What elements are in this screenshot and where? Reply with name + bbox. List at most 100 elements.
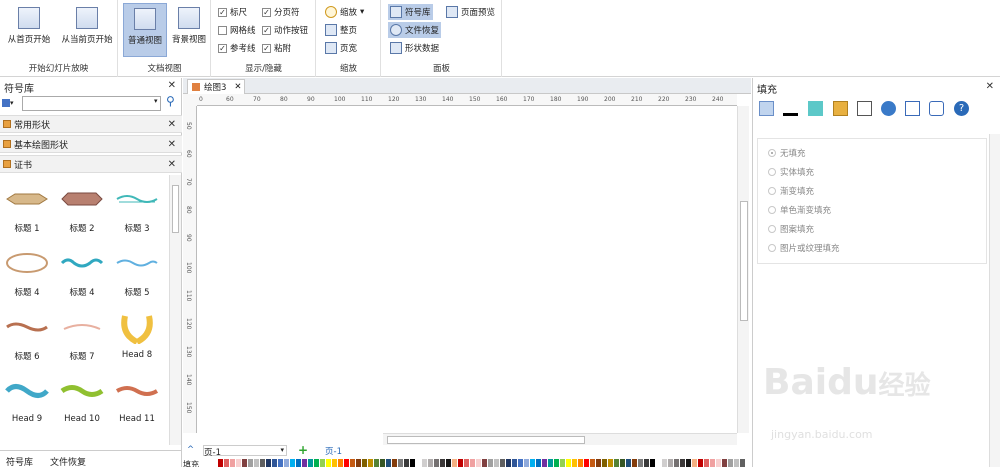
color-swatch[interactable] — [578, 459, 583, 467]
color-swatch[interactable] — [650, 459, 655, 467]
color-swatch[interactable] — [386, 459, 391, 467]
color-swatch[interactable] — [542, 459, 547, 467]
color-swatch[interactable] — [632, 459, 637, 467]
color-swatch[interactable] — [356, 459, 361, 467]
scroll-thumb[interactable] — [387, 436, 585, 444]
color-swatch[interactable] — [272, 459, 277, 467]
color-swatch[interactable] — [302, 459, 307, 467]
fill-bucket-icon[interactable] — [759, 101, 774, 116]
page-width-button[interactable]: 页宽 — [323, 40, 359, 56]
color-swatch[interactable] — [218, 459, 223, 467]
color-swatch[interactable] — [512, 459, 517, 467]
shape-item[interactable]: 标题 4 — [55, 246, 109, 306]
color-swatch[interactable] — [620, 459, 625, 467]
color-swatch[interactable] — [308, 459, 313, 467]
color-swatch[interactable] — [296, 459, 301, 467]
vertical-scrollbar[interactable] — [737, 106, 749, 433]
color-swatch[interactable] — [314, 459, 319, 467]
section-basic-drawing[interactable]: 基本绘图形状 ✕ — [0, 135, 182, 153]
color-swatch[interactable] — [716, 459, 721, 467]
normal-view-button[interactable]: 普通视图 — [123, 3, 167, 57]
color-swatch[interactable] — [638, 459, 643, 467]
close-icon[interactable]: ✕ — [168, 80, 176, 91]
fill-option[interactable]: 图案填充 — [768, 223, 814, 235]
color-swatch[interactable] — [434, 459, 439, 467]
color-swatch[interactable] — [548, 459, 553, 467]
color-swatch[interactable] — [728, 459, 733, 467]
close-icon[interactable]: ✕ — [168, 159, 176, 170]
color-swatch[interactable] — [452, 459, 457, 467]
shape-item[interactable]: Head 11 — [110, 374, 164, 434]
color-swatch[interactable] — [254, 459, 259, 467]
tab-symbols[interactable]: 符号库 — [6, 455, 33, 467]
glue-checkbox[interactable]: ✓ 粘附 — [262, 41, 291, 55]
color-swatch[interactable] — [368, 459, 373, 467]
document-icon[interactable] — [857, 101, 872, 116]
color-swatch[interactable] — [710, 459, 715, 467]
file-recovery-button[interactable]: 文件恢复 — [388, 22, 442, 38]
line-color-icon[interactable] — [783, 101, 798, 116]
color-swatch[interactable] — [284, 459, 289, 467]
help-icon[interactable]: ? — [954, 101, 969, 116]
shape-item[interactable]: 标题 1 — [0, 182, 54, 242]
color-swatch[interactable] — [410, 459, 415, 467]
color-swatch[interactable] — [656, 459, 661, 467]
page-tab[interactable]: 页-1 — [325, 445, 342, 457]
color-swatch[interactable] — [596, 459, 601, 467]
color-swatch[interactable] — [608, 459, 613, 467]
shape-data-button[interactable]: 形状数据 — [388, 40, 441, 56]
shape-item[interactable]: Head 9 — [0, 374, 54, 434]
symbol-search-input[interactable] — [22, 96, 161, 111]
color-swatch[interactable] — [482, 459, 487, 467]
pagebreak-checkbox[interactable]: ✓ 分页符 — [262, 5, 300, 19]
color-swatch[interactable] — [560, 459, 565, 467]
color-swatch[interactable] — [704, 459, 709, 467]
close-icon[interactable]: ✕ — [234, 82, 241, 92]
color-swatch[interactable] — [518, 459, 523, 467]
color-swatch[interactable] — [248, 459, 253, 467]
color-swatch[interactable] — [506, 459, 511, 467]
color-swatch[interactable] — [290, 459, 295, 467]
shape-item[interactable]: 标题 5 — [110, 246, 164, 306]
color-swatch[interactable] — [584, 459, 589, 467]
color-swatch[interactable] — [680, 459, 685, 467]
shape-item[interactable]: 标题 6 — [0, 310, 54, 370]
drawing-canvas[interactable] — [199, 106, 737, 433]
page-selector[interactable]: 页-1 ▾ — [203, 445, 287, 458]
close-icon[interactable]: ✕ — [168, 119, 176, 130]
color-swatch[interactable] — [416, 459, 421, 467]
color-swatch[interactable] — [458, 459, 463, 467]
background-view-button[interactable]: 背景视图 — [167, 3, 211, 57]
color-swatch[interactable] — [722, 459, 727, 467]
color-swatch[interactable] — [326, 459, 331, 467]
color-swatch[interactable] — [242, 459, 247, 467]
page-preview-button[interactable]: 页面预览 — [444, 4, 497, 20]
color-swatch[interactable] — [260, 459, 265, 467]
comment-icon[interactable] — [929, 101, 944, 116]
shape-item[interactable]: Head 10 — [55, 374, 109, 434]
horizontal-scrollbar[interactable] — [383, 433, 737, 445]
color-swatch[interactable] — [554, 459, 559, 467]
color-swatch[interactable] — [236, 459, 241, 467]
shape-item[interactable]: Head 8 — [110, 310, 164, 370]
color-swatch[interactable] — [698, 459, 703, 467]
from-first-page-button[interactable]: 从首页开始 — [3, 3, 55, 57]
from-current-page-button[interactable]: 从当前页开始 — [58, 3, 116, 57]
color-swatch[interactable] — [602, 459, 607, 467]
color-swatch[interactable] — [230, 459, 235, 467]
scroll-thumb[interactable] — [740, 201, 748, 321]
color-swatch[interactable] — [674, 459, 679, 467]
color-swatch[interactable] — [440, 459, 445, 467]
color-swatch[interactable] — [524, 459, 529, 467]
fill-option[interactable]: 渐变填充 — [768, 185, 814, 197]
edit-document-icon[interactable] — [905, 101, 920, 116]
action-button-checkbox[interactable]: ✓ 动作按钮 — [262, 23, 308, 37]
fill-option[interactable]: 无填充 — [768, 147, 806, 159]
color-swatch[interactable] — [668, 459, 673, 467]
color-swatch[interactable] — [536, 459, 541, 467]
color-swatch[interactable] — [500, 459, 505, 467]
color-swatch[interactable] — [566, 459, 571, 467]
color-swatch[interactable] — [662, 459, 667, 467]
color-swatch[interactable] — [464, 459, 469, 467]
guides-checkbox[interactable]: ✓ 参考线 — [218, 41, 256, 55]
